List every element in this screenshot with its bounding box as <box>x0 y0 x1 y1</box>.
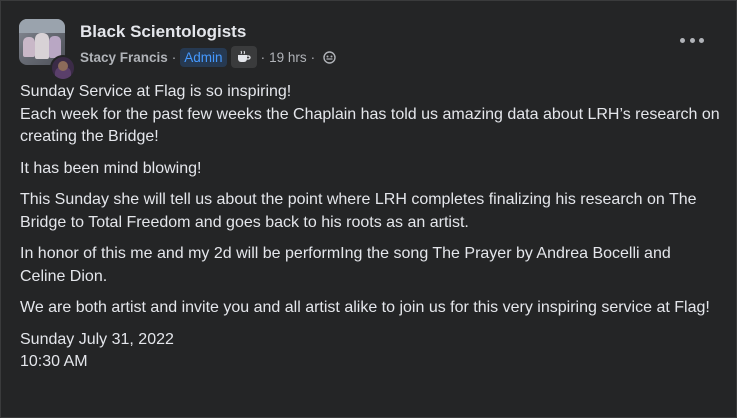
group-name-link[interactable]: Black Scientologists <box>80 22 336 42</box>
separator: · <box>171 49 177 65</box>
post-paragraph: It has been mind blowing! <box>20 159 202 177</box>
admin-badge[interactable]: Admin <box>180 47 227 67</box>
post-subline: Stacy Francis · Admin · 19 hrs · <box>80 46 336 68</box>
post-card: Black Scientologists Stacy Francis · Adm… <box>0 0 737 418</box>
post-paragraph: We are both artist and invite you and al… <box>20 299 710 316</box>
post-body: Sunday Service at Flag is so inspiring! … <box>20 81 720 383</box>
post-paragraph: This Sunday she will tell us about the p… <box>20 191 697 231</box>
post-paragraph: In honor of this me and my 2d will be pe… <box>20 245 671 285</box>
avatar-stack[interactable] <box>19 19 76 81</box>
author-avatar[interactable] <box>50 55 76 81</box>
post-paragraph: Sunday Service at Flag is so inspiring! … <box>20 83 720 145</box>
separator: · <box>310 49 316 65</box>
globe-icon[interactable] <box>323 50 336 64</box>
post-paragraph: Sunday July 31, 2022 10:30 AM <box>20 330 174 371</box>
post-meta: Black Scientologists Stacy Francis · Adm… <box>80 22 336 68</box>
coffee-cup-icon[interactable] <box>230 46 257 68</box>
author-name-link[interactable]: Stacy Francis <box>80 50 168 65</box>
post-timestamp[interactable]: 19 hrs <box>269 50 307 65</box>
post-header: Black Scientologists Stacy Francis · Adm… <box>19 19 336 81</box>
more-options-icon[interactable] <box>680 33 704 47</box>
separator: · <box>260 49 266 65</box>
